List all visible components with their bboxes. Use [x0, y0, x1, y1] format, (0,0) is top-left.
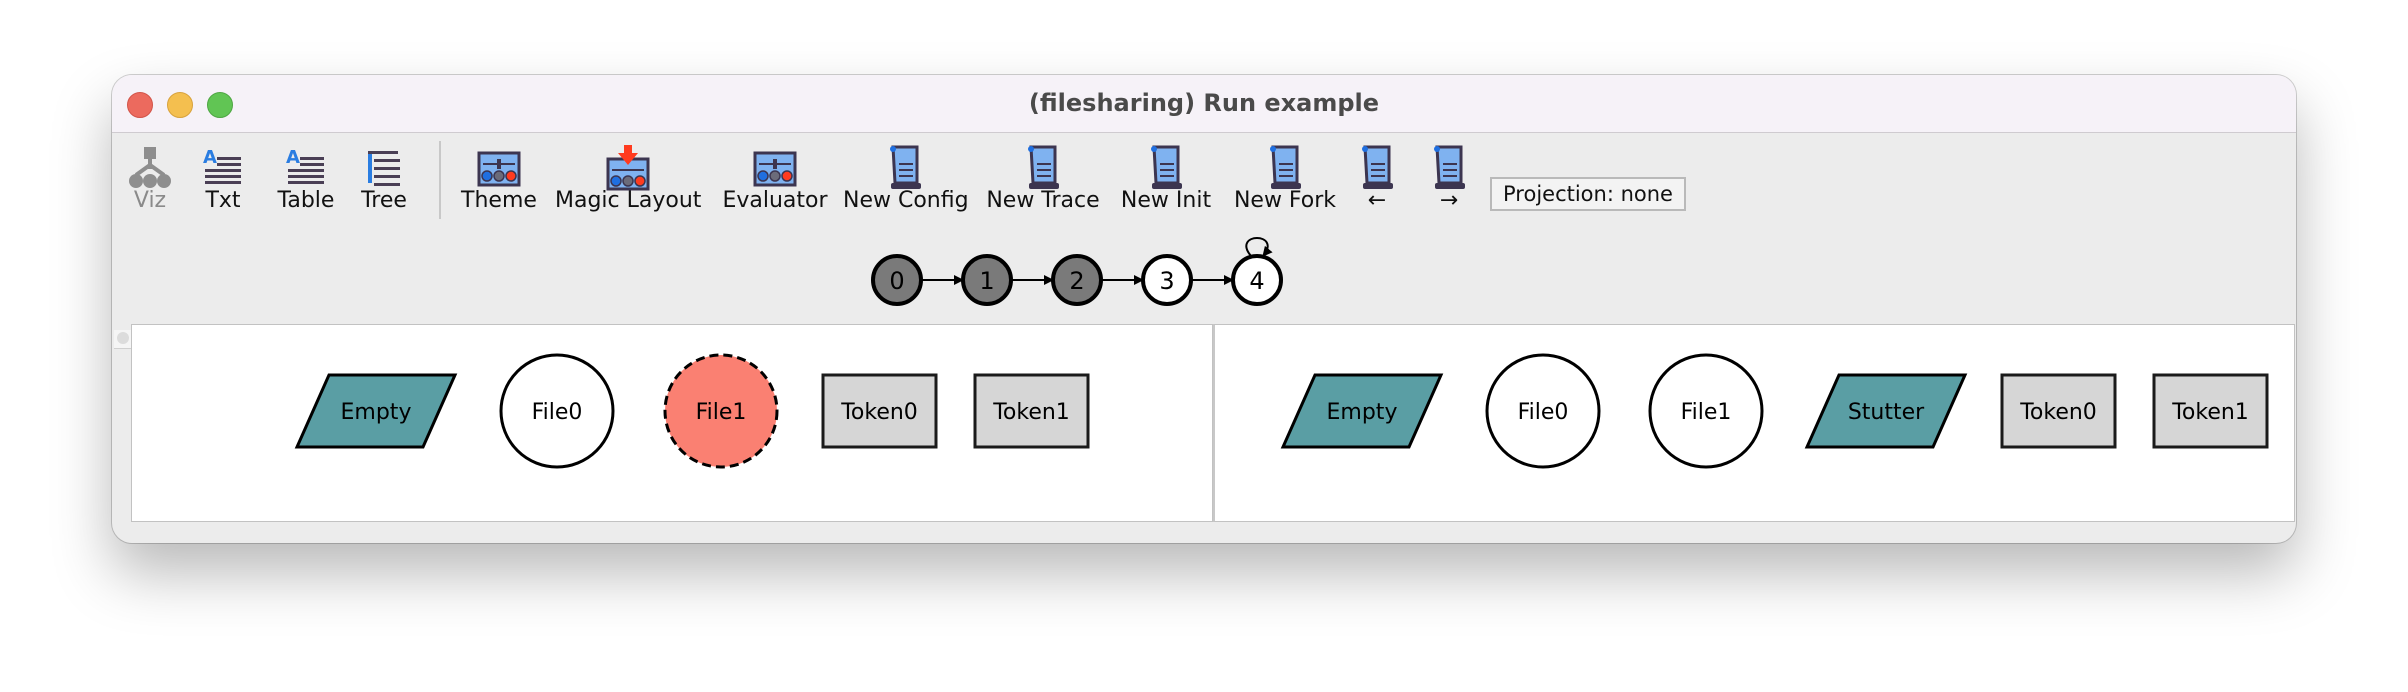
- graph-node-token1[interactable]: Token1: [2152, 373, 2269, 449]
- tree-list-icon: [368, 151, 400, 186]
- graph-node-empty[interactable]: Empty: [1280, 373, 1444, 449]
- new-trace-label: New Trace: [986, 188, 1100, 213]
- tree-button[interactable]: Tree: [354, 133, 414, 223]
- theme-panel-icon: [477, 151, 521, 187]
- trace-state-3[interactable]: 3: [1141, 254, 1193, 306]
- trace-state-label: 0: [889, 267, 904, 295]
- node-label: File1: [696, 400, 747, 425]
- graph-panel-right: Empty File0 File1 Stutter Token0 Token1: [1213, 324, 2295, 522]
- node-label: Token0: [2019, 400, 2097, 425]
- txt-button[interactable]: A Txt: [200, 133, 246, 223]
- graph-node-token0[interactable]: Token0: [2000, 373, 2117, 449]
- prev-label: ←: [1367, 188, 1387, 213]
- svg-text:A: A: [286, 147, 300, 168]
- new-init-label: New Init: [1120, 188, 1212, 213]
- next-button[interactable]: →: [1426, 133, 1472, 223]
- graph-node-empty[interactable]: Empty: [294, 373, 458, 449]
- scroll-icon: [1362, 145, 1393, 189]
- new-config-button[interactable]: New Config: [843, 133, 969, 223]
- evaluator-button[interactable]: Evaluator: [720, 133, 830, 223]
- magic-layout-icon: [606, 145, 650, 191]
- node-label: Token1: [992, 400, 1070, 425]
- node-label: Empty: [1327, 400, 1398, 425]
- table-button[interactable]: A Table: [272, 133, 340, 223]
- new-fork-label: New Fork: [1233, 188, 1337, 213]
- next-label: →: [1439, 188, 1459, 213]
- graph-node-file1[interactable]: File1: [1648, 353, 1764, 469]
- trace-state-label: 3: [1159, 267, 1174, 295]
- trace-state-4[interactable]: 4: [1231, 254, 1283, 306]
- table-lines-icon: A: [286, 147, 324, 184]
- projection-button[interactable]: Projection: none: [1490, 177, 1686, 211]
- new-fork-button[interactable]: New Fork: [1232, 133, 1338, 223]
- graph-node-stutter[interactable]: Stutter: [1804, 373, 1968, 449]
- node-label: File0: [1518, 400, 1569, 425]
- graph-node-file1[interactable]: File1: [663, 353, 779, 469]
- node-label: Stutter: [1848, 400, 1925, 425]
- scroll-icon: [1270, 145, 1301, 189]
- panel-handle[interactable]: [114, 330, 131, 349]
- scroll-icon: [890, 145, 921, 189]
- trace-state-2[interactable]: 2: [1051, 254, 1103, 306]
- graph-tree-icon: [129, 147, 171, 188]
- graph-node-file0[interactable]: File0: [499, 353, 615, 469]
- theme-button[interactable]: Theme: [459, 133, 539, 223]
- tree-label: Tree: [361, 188, 407, 213]
- evaluator-panel-icon: [753, 151, 797, 187]
- txt-label: Txt: [205, 188, 241, 213]
- viz-button[interactable]: Viz: [126, 133, 174, 223]
- svg-text:A: A: [203, 147, 217, 168]
- node-label: Empty: [341, 400, 412, 425]
- graph-node-file0[interactable]: File0: [1485, 353, 1601, 469]
- trace-state-0[interactable]: 0: [871, 254, 923, 306]
- trace-state-label: 1: [979, 267, 994, 295]
- node-label: Token0: [840, 400, 918, 425]
- theme-label: Theme: [461, 188, 537, 213]
- magic-layout-button[interactable]: Magic Layout: [555, 133, 701, 223]
- prev-button[interactable]: ←: [1354, 133, 1400, 223]
- toolbar: Viz A Txt A Table Tree Theme Magic Layou…: [112, 133, 2296, 323]
- scroll-icon: [1028, 145, 1059, 189]
- node-label: File1: [1681, 400, 1732, 425]
- evaluator-label: Evaluator: [722, 188, 828, 213]
- scroll-icon: [1434, 145, 1465, 189]
- trace-state-1[interactable]: 1: [961, 254, 1013, 306]
- graph-node-token1[interactable]: Token1: [973, 373, 1090, 449]
- node-label: Token1: [2171, 400, 2249, 425]
- new-init-button[interactable]: New Init: [1120, 133, 1212, 223]
- title-bar: (filesharing) Run example: [112, 75, 2296, 133]
- table-label: Table: [277, 188, 335, 213]
- node-label: File0: [532, 400, 583, 425]
- trace-state-label: 4: [1249, 267, 1264, 295]
- scroll-icon: [1151, 145, 1182, 189]
- new-config-label: New Config: [843, 188, 969, 213]
- new-trace-button[interactable]: New Trace: [986, 133, 1100, 223]
- graph-panel-left: Empty File0 File1 Token0 Token1: [131, 324, 1213, 522]
- viz-label: Viz: [133, 188, 167, 213]
- app-window: (filesharing) Run example Viz A Txt A Ta…: [112, 75, 2296, 543]
- magic-layout-label: Magic Layout: [555, 188, 702, 213]
- trace-state-label: 2: [1069, 267, 1084, 295]
- toolbar-separator: [439, 141, 441, 219]
- text-lines-icon: A: [203, 147, 241, 184]
- window-title: (filesharing) Run example: [1028, 89, 1380, 117]
- graph-node-token0[interactable]: Token0: [821, 373, 938, 449]
